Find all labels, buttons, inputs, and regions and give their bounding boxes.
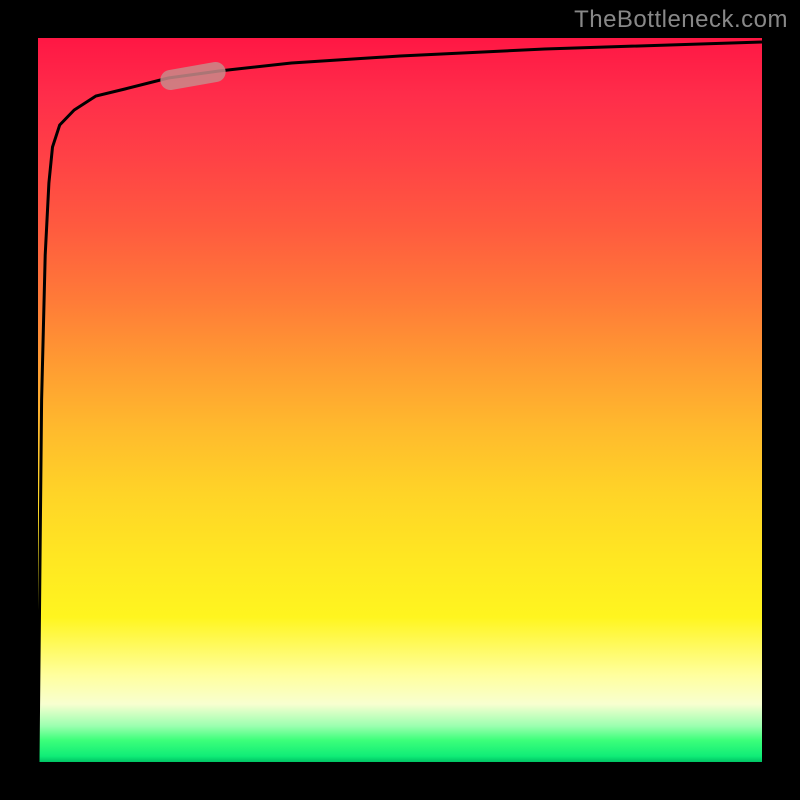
plot-area [38,38,762,762]
chart-container: TheBottleneck.com [0,0,800,800]
highlight-pill [159,60,227,91]
curve-path [38,42,762,762]
bottom-shade [38,756,762,762]
curve-svg [38,38,762,762]
watermark-text: TheBottleneck.com [574,6,788,34]
